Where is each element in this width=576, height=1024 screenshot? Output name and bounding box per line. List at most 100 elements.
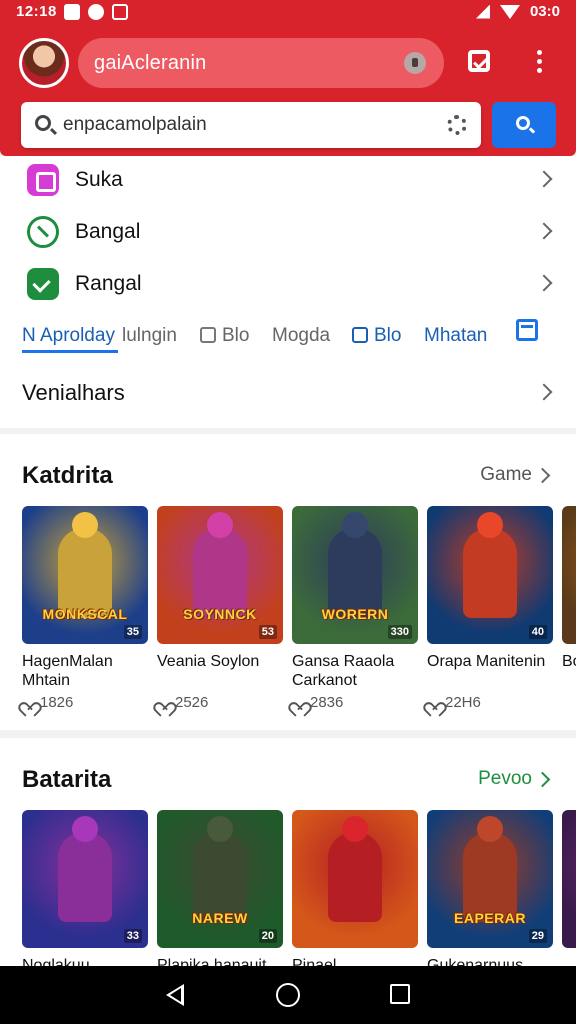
lock-icon bbox=[404, 52, 426, 74]
tab-blo[interactable]: Blo bbox=[200, 325, 249, 347]
heart-icon bbox=[157, 696, 170, 708]
settings-icon[interactable] bbox=[447, 115, 467, 135]
game-card[interactable]: EAPERAR 29 Gukenarnuus bbox=[427, 810, 553, 966]
menu-list: Suka Bangal Rangal N Aprolday lulngin Bl… bbox=[0, 156, 576, 428]
game-character-art bbox=[193, 528, 247, 618]
search-bar[interactable] bbox=[21, 102, 481, 148]
game-thumbnail: SOYNNCK 53 bbox=[157, 506, 283, 644]
signal-icon bbox=[475, 4, 490, 19]
game-thumbnail: MONKSCAL 35 bbox=[22, 506, 148, 644]
chevron-right-icon[interactable] bbox=[534, 771, 551, 788]
game-logo-text: SOYNNCK bbox=[183, 606, 257, 622]
likes-count: 22H6 bbox=[427, 694, 553, 711]
chevron-right-icon[interactable] bbox=[534, 467, 551, 484]
game-title: Gukenarnuus bbox=[427, 957, 524, 966]
game-title: Gansa Raaola Carkanot bbox=[292, 653, 395, 689]
search-input[interactable] bbox=[63, 110, 443, 140]
app-icon bbox=[27, 164, 59, 196]
game-logo-text: MONKSCAL bbox=[42, 606, 128, 622]
rating-badge: 40 bbox=[528, 625, 547, 639]
game-thumbnail: EAPERAR 29 bbox=[427, 810, 553, 948]
phone-icon bbox=[27, 216, 59, 248]
more-options-icon[interactable] bbox=[522, 44, 556, 78]
notification-icon bbox=[112, 4, 128, 20]
game-logo-text: WORERN bbox=[321, 606, 389, 622]
game-card[interactable]: SOYNNCK 53 Veania Soylon 2526 bbox=[157, 506, 283, 711]
likes-count: 1826 bbox=[22, 694, 148, 711]
heart-icon bbox=[22, 696, 35, 708]
game-character-art bbox=[328, 528, 382, 618]
tab-aprolday[interactable]: N Aprolday bbox=[22, 325, 115, 347]
game-card[interactable]: 40 Orapa Manitenin 22H6 bbox=[427, 506, 553, 711]
game-character-art bbox=[58, 832, 112, 922]
game-card[interactable]: Bo Mp bbox=[562, 506, 576, 690]
game-thumbnail bbox=[562, 810, 576, 948]
vendors-row[interactable]: Venialhars bbox=[0, 368, 576, 418]
home-icon[interactable] bbox=[276, 983, 300, 1007]
game-character-art bbox=[463, 528, 517, 618]
likes-value: 22H6 bbox=[445, 694, 481, 711]
game-card[interactable]: Pinael bbox=[292, 810, 418, 966]
menu-row-label: Suka bbox=[75, 168, 123, 191]
game-logo-text: NAREW bbox=[192, 910, 248, 926]
game-card[interactable]: 33 Noglakuu bbox=[22, 810, 148, 966]
pause-icon bbox=[352, 327, 368, 343]
search-button[interactable] bbox=[492, 102, 556, 148]
game-character-art bbox=[58, 528, 112, 618]
menu-row-rangal[interactable]: Rangal bbox=[0, 260, 576, 312]
game-title: Pinael bbox=[292, 957, 337, 966]
bookmark-icon[interactable] bbox=[462, 44, 496, 78]
menu-row-bangal[interactable]: Bangal bbox=[0, 208, 576, 260]
game-thumbnail bbox=[562, 506, 576, 644]
active-tab-indicator bbox=[22, 350, 118, 353]
likes-count: 2836 bbox=[292, 694, 418, 711]
chevron-right-icon bbox=[535, 383, 553, 401]
tab-lulngin[interactable]: lulngin bbox=[122, 325, 177, 347]
account-switcher[interactable]: gaiAcleranin bbox=[78, 38, 444, 88]
rating-badge: 20 bbox=[258, 929, 277, 943]
game-card[interactable]: NAREW 20 Plapika hanauit bbox=[157, 810, 283, 966]
game-title: Noglakuu bbox=[22, 957, 90, 966]
edit-icon bbox=[200, 327, 216, 343]
rating-badge: 35 bbox=[123, 625, 142, 639]
game-thumbnail bbox=[292, 810, 418, 948]
game-title: Bo Mp bbox=[562, 653, 576, 670]
tab-label: Blo bbox=[222, 325, 250, 346]
game-character-art bbox=[328, 832, 382, 922]
check-icon bbox=[27, 268, 59, 300]
menu-row-suka[interactable]: Suka bbox=[0, 156, 576, 208]
tab-label: Blo bbox=[374, 325, 402, 346]
section-katdrita: Katdrita Game MONKSCAL 35 HagenMalan Mhtai… bbox=[0, 434, 576, 730]
notification-icon bbox=[88, 4, 104, 20]
recents-icon[interactable] bbox=[390, 984, 410, 1004]
tab-blo-2[interactable]: Blo bbox=[352, 325, 401, 347]
chevron-right-icon bbox=[535, 170, 553, 188]
game-card[interactable]: MONKSCAL 35 HagenMalan Mhtain 1826 bbox=[22, 506, 148, 711]
game-character-art bbox=[463, 832, 517, 922]
tab-bar: N Aprolday lulngin Blo Mogda Blo Mhatan bbox=[0, 316, 576, 362]
section-more-link[interactable]: Pevoo bbox=[478, 768, 532, 790]
game-title: Veania Soylon bbox=[157, 653, 260, 670]
rating-badge: 330 bbox=[387, 625, 412, 639]
tab-mhatan[interactable]: Mhatan bbox=[424, 325, 487, 347]
avatar[interactable] bbox=[19, 38, 69, 88]
game-title: HagenMalan Mhtain bbox=[22, 653, 113, 689]
menu-row-label: Bangal bbox=[75, 220, 141, 243]
back-icon[interactable] bbox=[166, 984, 184, 1006]
chevron-right-icon bbox=[535, 222, 553, 240]
game-card[interactable] bbox=[562, 810, 576, 966]
rating-badge: 33 bbox=[123, 929, 142, 943]
game-card[interactable]: WORERN 330 Gansa Raaola Carkanot 2836 bbox=[292, 506, 418, 711]
calendar-icon[interactable] bbox=[516, 319, 538, 341]
tab-mogda[interactable]: Mogda bbox=[272, 325, 330, 347]
chevron-right-icon bbox=[535, 274, 553, 292]
section-batarita: Batarita Pevoo 33 Noglakuu NAREW 20 Plapika … bbox=[0, 738, 576, 966]
system-nav-bar bbox=[0, 966, 576, 1024]
status-bar: 12:18 03:0 bbox=[0, 0, 576, 26]
section-more-link[interactable]: Game bbox=[480, 464, 532, 486]
app-header: 12:18 03:0 gaiAcleranin bbox=[0, 0, 576, 156]
game-logo-text: EAPERAR bbox=[454, 910, 526, 926]
game-title bbox=[562, 956, 576, 966]
heart-icon bbox=[292, 696, 305, 708]
heart-icon bbox=[427, 696, 440, 708]
